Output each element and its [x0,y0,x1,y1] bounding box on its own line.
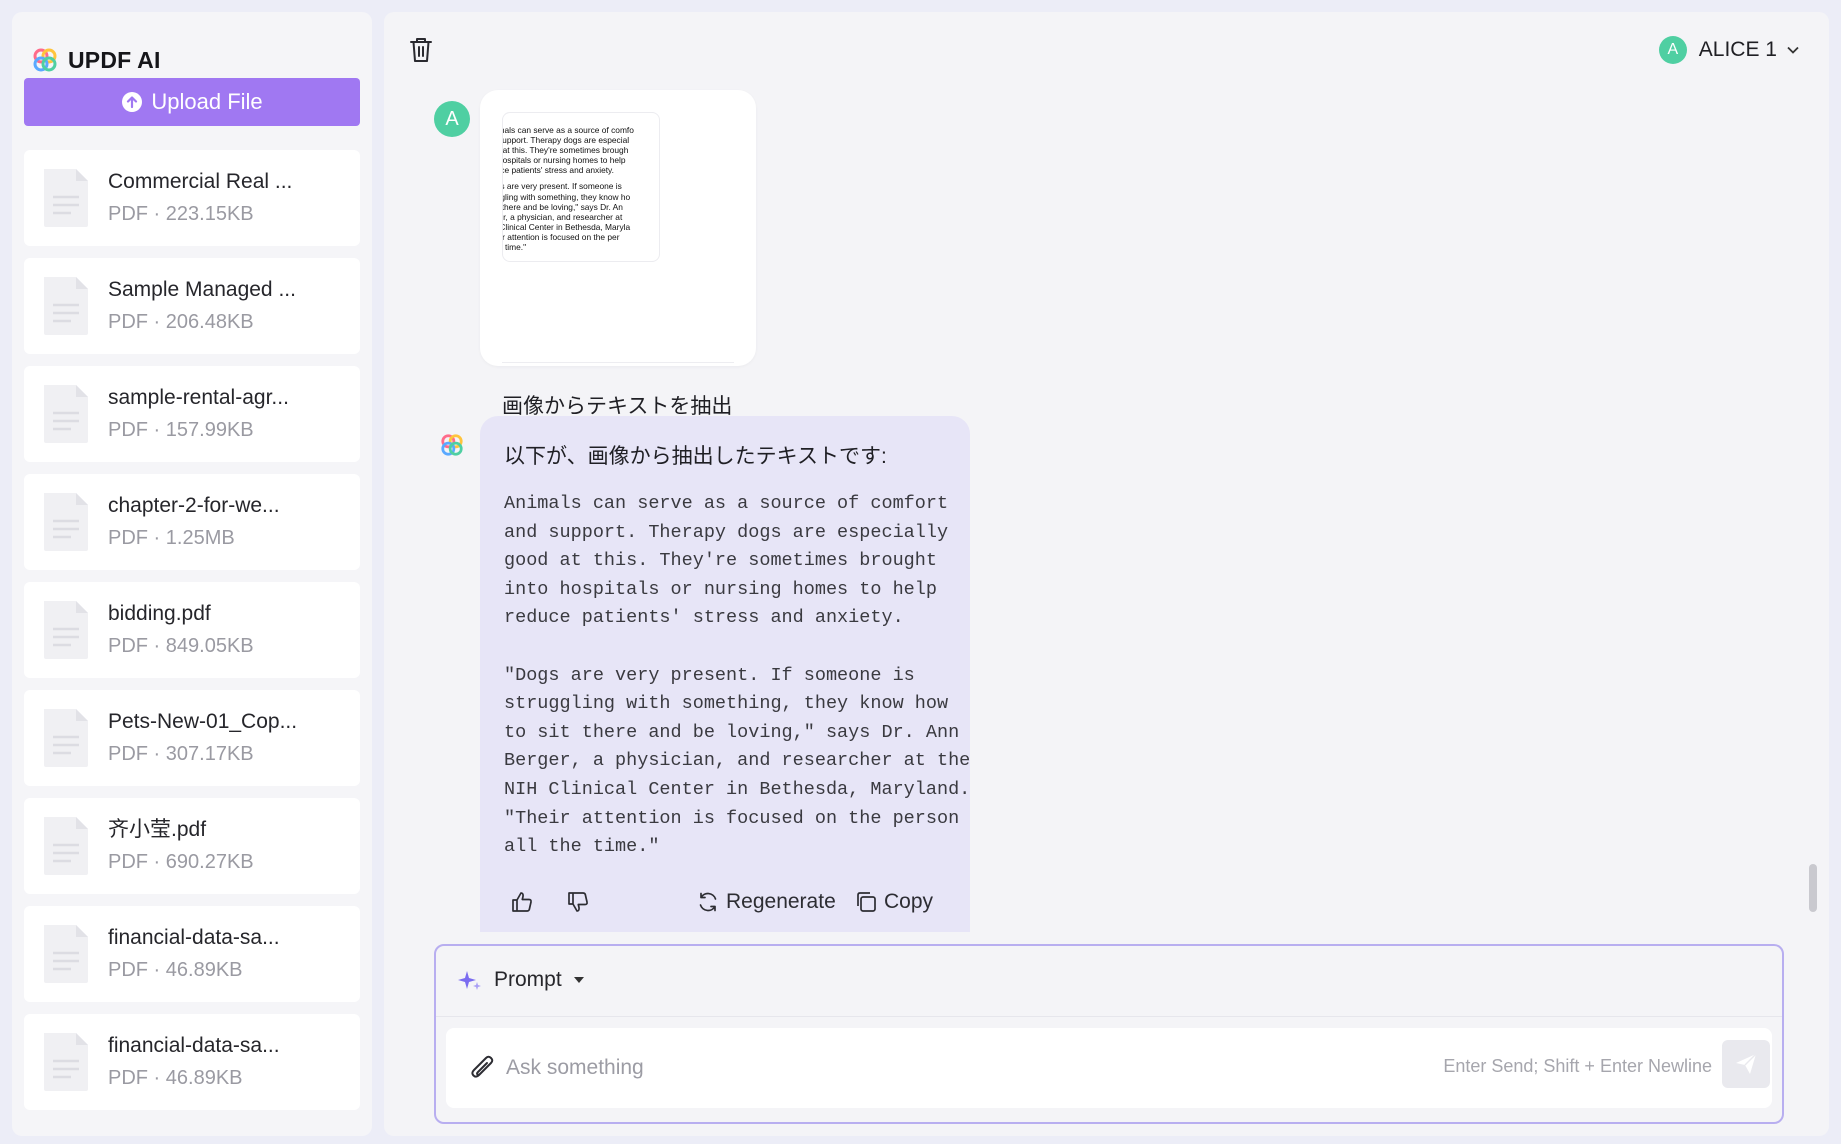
file-name: financial-data-sa... [108,1034,280,1057]
upload-file-button[interactable]: Upload File [24,78,360,126]
sparkle-icon [458,971,481,990]
file-name: financial-data-sa... [108,926,280,949]
file-meta: PDF · 849.05KB [108,635,254,657]
response-actions: Regenerate Copy [510,886,950,918]
upload-file-label: Upload File [151,89,263,114]
pdf-file-icon [44,925,88,983]
file-name: chapter-2-for-we... [108,494,280,517]
file-name: Sample Managed ... [108,278,296,301]
chat-scrollbar[interactable] [1809,864,1817,912]
ai-response-text: Animals can serve as a source of comfort… [504,493,971,858]
file-meta: PDF · 690.27KB [108,851,254,873]
file-meta: PDF · 307.17KB [108,743,254,765]
ask-input[interactable] [506,1046,1366,1090]
file-name: sample-rental-agr... [108,386,289,409]
updf-ai-logo-icon [441,434,463,456]
copy-button[interactable]: Copy [854,890,933,914]
upload-icon [122,92,143,112]
composer: Prompt Enter Send; Shift + Enter Newline [434,944,1784,1124]
pdf-file-icon [44,601,88,659]
thumbs-down-icon [568,892,588,912]
copy-label: Copy [884,890,934,913]
pdf-file-icon [44,817,88,875]
send-hint: Enter Send; Shift + Enter Newline [1443,1056,1712,1076]
send-button[interactable] [1722,1040,1770,1088]
thumbnail-line: ogs are very present. If someone is [502,181,622,192]
thumbnail-line: nimals can serve as a source of comfo [502,125,634,135]
pdf-file-icon [44,277,88,335]
file-meta: PDF · 206.48KB [108,311,254,333]
updf-logo-icon [33,48,57,72]
chevron-down-icon [1787,46,1799,54]
user-menu[interactable]: A ALICE 1 [1658,34,1799,66]
card-divider [502,362,734,363]
file-item[interactable]: chapter-2-for-we... PDF · 1.25MB [24,474,360,570]
thumbs-up-icon [512,892,532,912]
copy-icon [857,892,876,912]
file-item[interactable]: financial-data-sa... PDF · 46.89KB [24,1014,360,1110]
message-avatar: A [434,101,470,137]
file-list: Commercial Real ... PDF · 223.15KB Sample… [24,150,360,1122]
pdf-file-icon [44,493,88,551]
file-name: Pets-New-01_Cop... [108,710,298,733]
file-name: bidding.pdf [108,602,211,625]
send-icon [1736,1053,1757,1074]
ai-response-intro: 以下が、画像から抽出したテキストです: [504,445,887,468]
thumbnail-line: duce patients' stress and anxiety. [502,165,614,176]
pdf-file-icon [44,1033,88,1091]
user-name: ALICE 1 [1698,38,1777,61]
app-name: UPDF AI [68,46,161,73]
thumbnail-line: od at this. They're sometimes brough [502,145,629,156]
regenerate-icon [699,892,717,912]
caret-down-icon [573,977,584,983]
thumbnail-line: H Clinical Center in Bethesda, Maryla [502,221,631,232]
thumbnail-line: sit there and be loving," says Dr. An [502,201,623,212]
user-avatar: A [1658,36,1687,64]
file-item[interactable]: Sample Managed ... PDF · 206.48KB [24,258,360,354]
file-meta: PDF · 46.89KB [108,959,243,981]
paperclip-icon[interactable] [468,1052,498,1084]
regenerate-button[interactable]: Regenerate [696,890,836,914]
thumbnail-line: uggling with something, they know ho [502,191,631,202]
thumbnail-line: the time." [504,242,527,253]
pdf-file-icon [44,709,88,767]
thumbs-up-button[interactable] [510,890,534,914]
trash-icon[interactable] [408,36,434,64]
file-item[interactable]: bidding.pdf PDF · 849.05KB [24,582,360,678]
thumbnail-line: heir attention is focused on the per [502,231,620,242]
file-name: Commercial Real ... [108,170,293,193]
sidebar: UPDF AI Upload File Commercial Real ... P… [12,12,372,1136]
thumbnail-line: d support. Therapy dogs are especial [502,135,630,146]
file-meta: PDF · 46.89KB [108,1067,243,1089]
file-meta: PDF · 157.99KB [108,419,254,441]
regenerate-label: Regenerate [726,890,836,913]
ask-box: Enter Send; Shift + Enter Newline [446,1028,1772,1108]
composer-divider [436,1016,1782,1017]
file-item[interactable]: 齐小莹.pdf PDF · 690.27KB [24,798,360,894]
file-meta: PDF · 223.15KB [108,203,254,225]
file-item[interactable]: Commercial Real ... PDF · 223.15KB [24,150,360,246]
pdf-file-icon [44,385,88,443]
thumbs-down-button[interactable] [566,890,590,914]
prompt-mode-dropdown[interactable]: Prompt [458,968,584,992]
image-thumbnail[interactable]: nimals can serve as a source of comfo d … [502,112,660,262]
ai-response-bubble: 以下が、画像から抽出したテキストです: Animals can serve as… [480,416,970,932]
file-item[interactable]: Pets-New-01_Cop... PDF · 307.17KB [24,690,360,786]
image-message-card[interactable]: nimals can serve as a source of comfo d … [480,90,756,418]
file-item[interactable]: sample-rental-agr... PDF · 157.99KB [24,366,360,462]
thumbnail-line: rger, a physician, and researcher at [502,211,623,222]
chat-panel: A ALICE 1 A nimals can serve as a source… [384,12,1829,1136]
pdf-file-icon [44,169,88,227]
file-meta: PDF · 1.25MB [108,527,235,549]
thumbnail-line: o hospitals or nursing homes to help [502,155,626,166]
prompt-mode-label: Prompt [494,968,562,991]
file-item[interactable]: financial-data-sa... PDF · 46.89KB [24,906,360,1002]
file-name: 齐小莹.pdf [108,818,207,841]
